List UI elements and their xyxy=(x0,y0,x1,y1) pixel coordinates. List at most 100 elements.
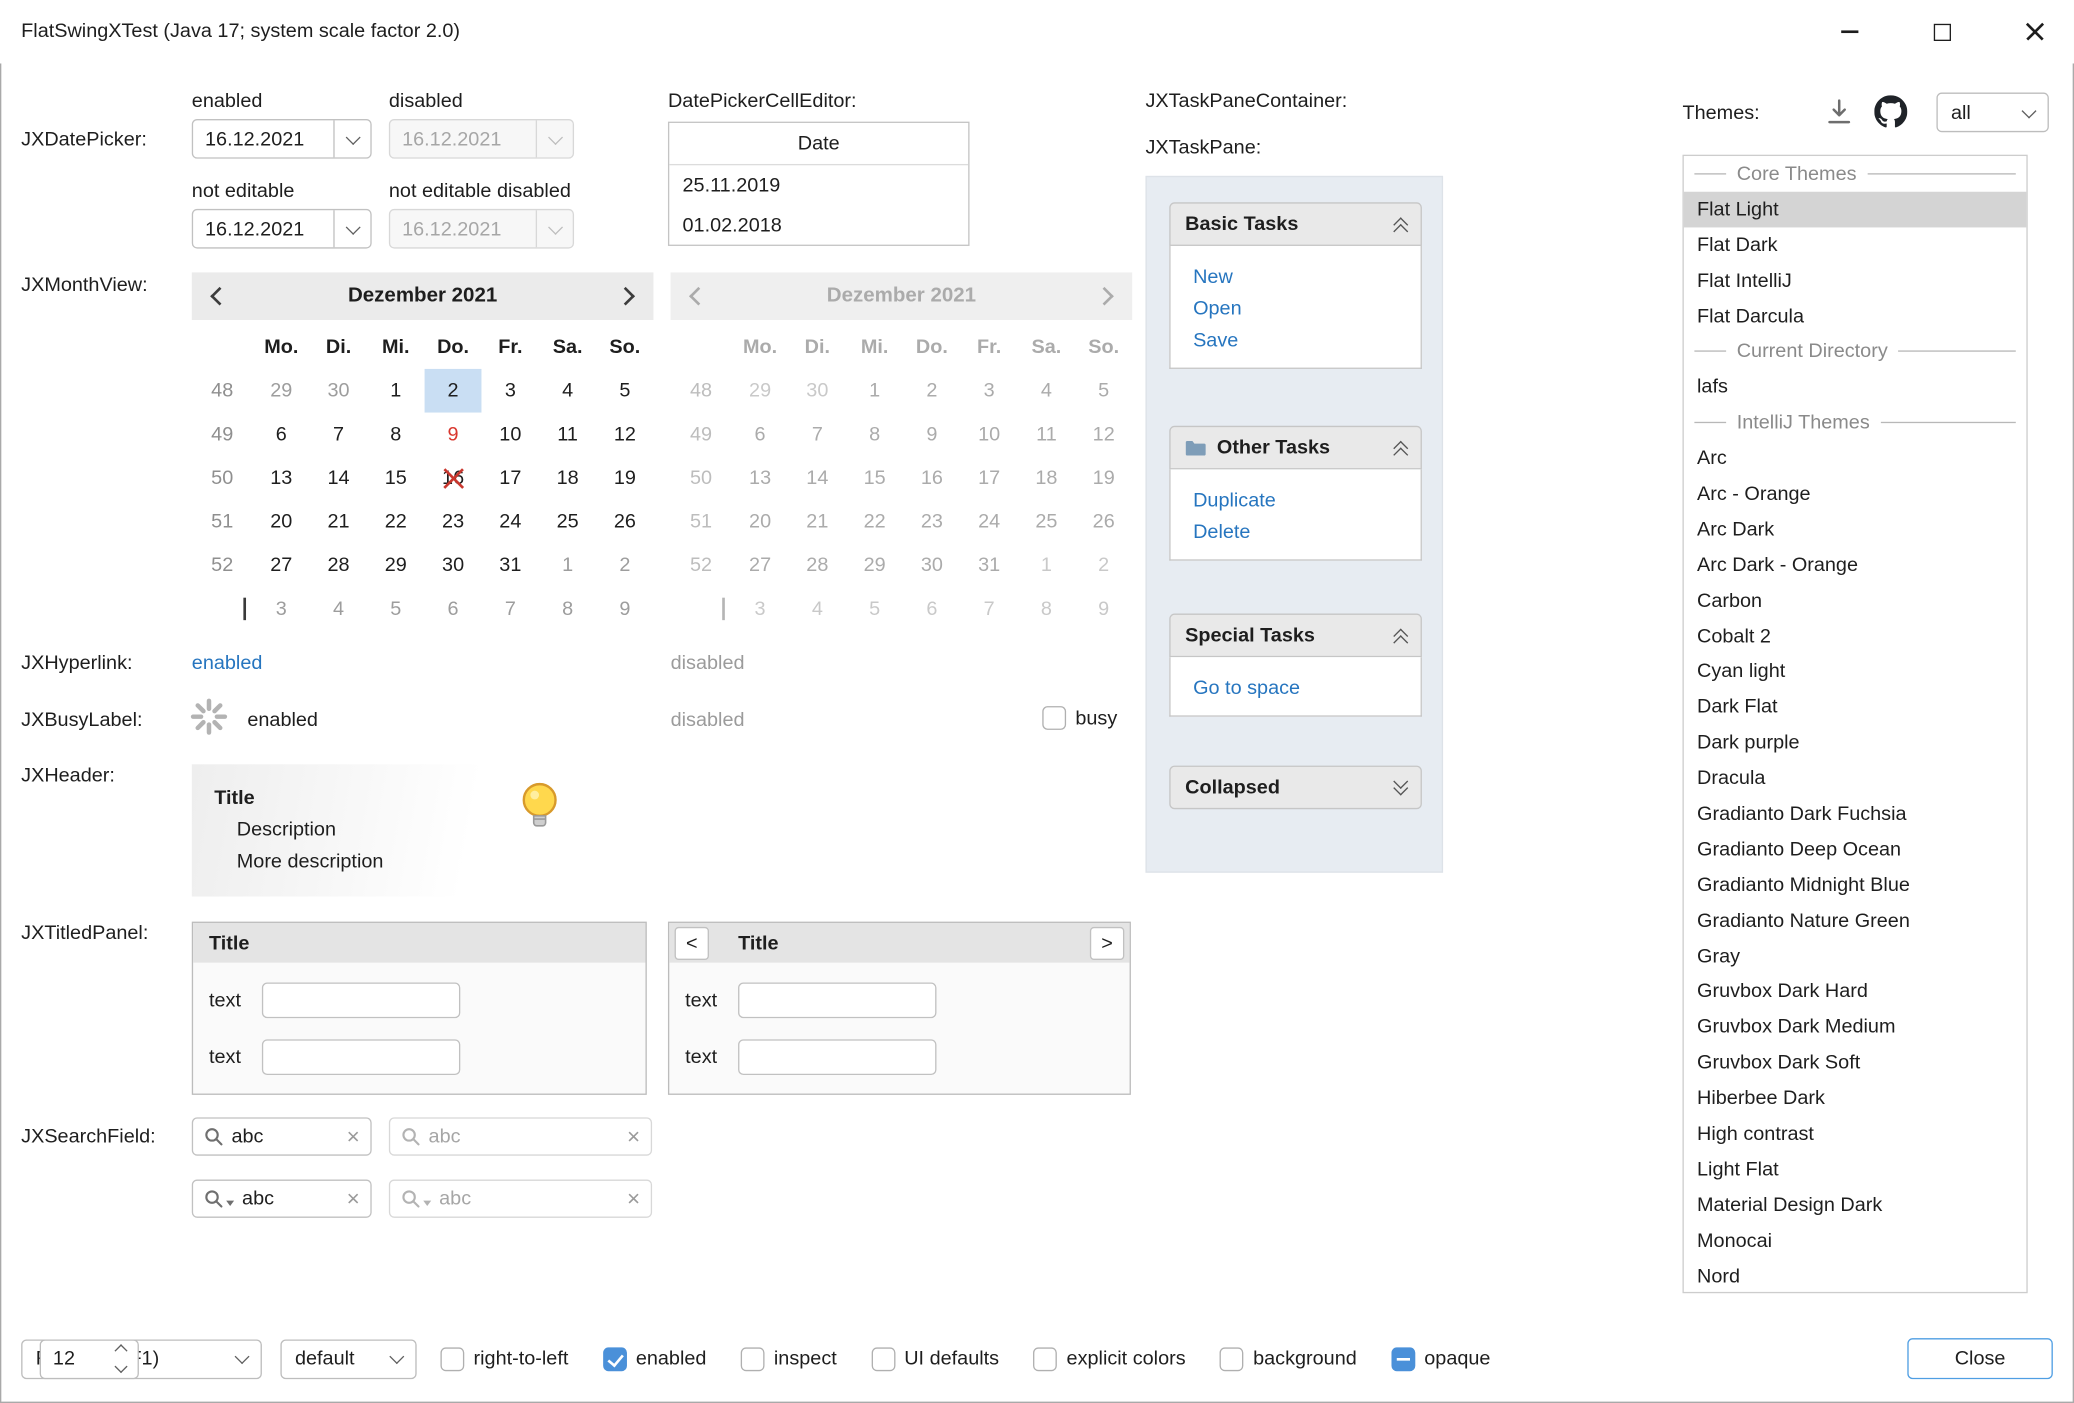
text-input[interactable] xyxy=(738,982,936,1018)
table-column-header[interactable]: Date xyxy=(669,123,968,165)
table-row[interactable]: 25.11.2019 xyxy=(669,165,968,205)
calendar-day[interactable]: 20 xyxy=(253,500,310,544)
calendar-day[interactable]: 29 xyxy=(253,369,310,413)
theme-item[interactable]: Arc xyxy=(1684,440,2027,476)
table-row[interactable]: 01.02.2018 xyxy=(669,205,968,245)
datepicker-not-editable[interactable]: 16.12.2021 xyxy=(192,209,372,249)
clear-icon[interactable]: × xyxy=(347,1125,360,1147)
calendar-day[interactable]: 9 xyxy=(424,413,481,457)
calendar-day[interactable]: 6 xyxy=(253,413,310,457)
checkbox-enabled[interactable]: enabled xyxy=(603,1347,707,1371)
calendar-day[interactable]: 26 xyxy=(596,500,653,544)
theme-item[interactable]: Dark purple xyxy=(1684,725,2027,761)
calendar-day[interactable]: 3 xyxy=(253,587,310,631)
theme-item[interactable]: High contrast xyxy=(1684,1116,2027,1152)
themes-filter-combo[interactable]: all xyxy=(1936,93,2048,133)
theme-item[interactable]: Dracula xyxy=(1684,761,2027,797)
font-size-spinner[interactable]: 12 xyxy=(40,1339,139,1379)
calendar-day[interactable]: 18 xyxy=(539,456,596,500)
calendar-day[interactable]: 25 xyxy=(539,500,596,544)
theme-item[interactable]: Gray xyxy=(1684,938,2027,974)
calendar-day[interactable]: 1 xyxy=(539,543,596,587)
theme-item[interactable]: Gruvbox Dark Hard xyxy=(1684,974,2027,1010)
checkbox-right-to-left[interactable]: right-to-left xyxy=(440,1347,568,1371)
calendar-day[interactable]: 31 xyxy=(482,543,539,587)
search-input-value[interactable]: abc xyxy=(231,1125,338,1147)
taskpane-link[interactable]: Duplicate xyxy=(1171,484,1421,516)
theme-item[interactable]: lafs xyxy=(1684,369,2027,405)
theme-item[interactable]: Cyan light xyxy=(1684,654,2027,690)
search-input-value[interactable]: abc xyxy=(242,1187,339,1209)
taskpane-header[interactable]: Collapsed xyxy=(1169,766,1422,810)
font-combo[interactable]: default xyxy=(280,1339,416,1379)
calendar-day[interactable]: 14 xyxy=(310,456,367,500)
taskpane-header[interactable]: Special Tasks xyxy=(1169,614,1422,658)
checkbox-opaque[interactable]: opaque xyxy=(1391,1347,1490,1371)
github-icon[interactable] xyxy=(1874,95,1907,133)
theme-item[interactable]: Gruvbox Dark Soft xyxy=(1684,1045,2027,1081)
checkbox-background[interactable]: background xyxy=(1220,1347,1357,1371)
calendar-day[interactable]: 16 xyxy=(424,456,481,500)
calendar-day[interactable]: 9 xyxy=(596,587,653,631)
minimize-button[interactable] xyxy=(1811,0,1889,63)
theme-item[interactable]: Arc Dark - Orange xyxy=(1684,547,2027,583)
calendar-day[interactable]: 17 xyxy=(482,456,539,500)
theme-item[interactable]: Gradianto Midnight Blue xyxy=(1684,867,2027,903)
theme-item[interactable]: Hiberbee Dark xyxy=(1684,1081,2027,1117)
checkbox-box[interactable] xyxy=(1033,1347,1057,1371)
checkbox-box[interactable] xyxy=(741,1347,765,1371)
checkbox-box[interactable] xyxy=(1042,706,1066,730)
calendar-day[interactable]: 7 xyxy=(310,413,367,457)
calendar-day[interactable]: 10 xyxy=(482,413,539,457)
calendar-day[interactable]: 21 xyxy=(310,500,367,544)
download-icon[interactable] xyxy=(1824,97,1854,133)
spinner-buttons[interactable] xyxy=(116,1346,125,1371)
clear-icon[interactable]: × xyxy=(347,1187,360,1209)
calendar-day[interactable]: 3 xyxy=(482,369,539,413)
checkbox-box[interactable] xyxy=(1391,1347,1415,1371)
calendar-day[interactable]: 30 xyxy=(310,369,367,413)
text-input[interactable] xyxy=(262,982,460,1018)
theme-item[interactable]: Carbon xyxy=(1684,583,2027,619)
next-month-icon[interactable] xyxy=(616,287,635,306)
close-button[interactable]: Close xyxy=(1907,1338,2052,1379)
titledpanel-prev-button[interactable]: < xyxy=(675,926,709,959)
checkbox-box[interactable] xyxy=(1220,1347,1244,1371)
calendar-day[interactable]: 22 xyxy=(367,500,424,544)
calendar-day[interactable]: 19 xyxy=(596,456,653,500)
checkbox-box[interactable] xyxy=(603,1347,627,1371)
checkbox-inspect[interactable]: inspect xyxy=(741,1347,837,1371)
taskpane-link[interactable]: New xyxy=(1171,260,1421,292)
theme-item[interactable]: Arc - Orange xyxy=(1684,476,2027,512)
theme-item[interactable]: Flat Light xyxy=(1684,192,2027,228)
theme-item[interactable]: Flat Darcula xyxy=(1684,298,2027,334)
taskpane-link[interactable]: Open xyxy=(1171,292,1421,324)
hyperlink-enabled[interactable]: enabled xyxy=(192,652,263,674)
checkbox-ui-defaults[interactable]: UI defaults xyxy=(871,1347,999,1371)
maximize-button[interactable] xyxy=(1903,0,1981,63)
theme-item[interactable]: Flat Dark xyxy=(1684,227,2027,263)
titledpanel-next-button[interactable]: > xyxy=(1090,926,1124,959)
text-input[interactable] xyxy=(262,1039,460,1075)
theme-item[interactable]: Light Flat xyxy=(1684,1152,2027,1188)
text-input[interactable] xyxy=(738,1039,936,1075)
calendar-day[interactable]: 30 xyxy=(424,543,481,587)
checkbox-box[interactable] xyxy=(871,1347,895,1371)
search-menu-icon[interactable] xyxy=(204,1189,234,1209)
calendar-day[interactable]: 2 xyxy=(424,369,481,413)
calendar-day[interactable]: 28 xyxy=(310,543,367,587)
calendar-day[interactable]: 6 xyxy=(424,587,481,631)
theme-item[interactable]: Nord xyxy=(1684,1258,2027,1293)
searchfield-with-menu-enabled[interactable]: abc × xyxy=(192,1179,372,1217)
theme-item[interactable]: Flat IntelliJ xyxy=(1684,263,2027,299)
close-window-button[interactable] xyxy=(1996,0,2074,63)
taskpane-link[interactable]: Go to space xyxy=(1171,672,1421,704)
taskpane-link[interactable]: Delete xyxy=(1171,516,1421,548)
calendar-day[interactable]: 5 xyxy=(367,587,424,631)
theme-item[interactable]: Dark Flat xyxy=(1684,689,2027,725)
datepicker-dropdown-button[interactable] xyxy=(333,210,370,247)
theme-item[interactable]: Gradianto Deep Ocean xyxy=(1684,832,2027,868)
calendar-day[interactable]: 13 xyxy=(253,456,310,500)
theme-item[interactable]: Monocai xyxy=(1684,1223,2027,1259)
calendar-day[interactable]: 5 xyxy=(596,369,653,413)
